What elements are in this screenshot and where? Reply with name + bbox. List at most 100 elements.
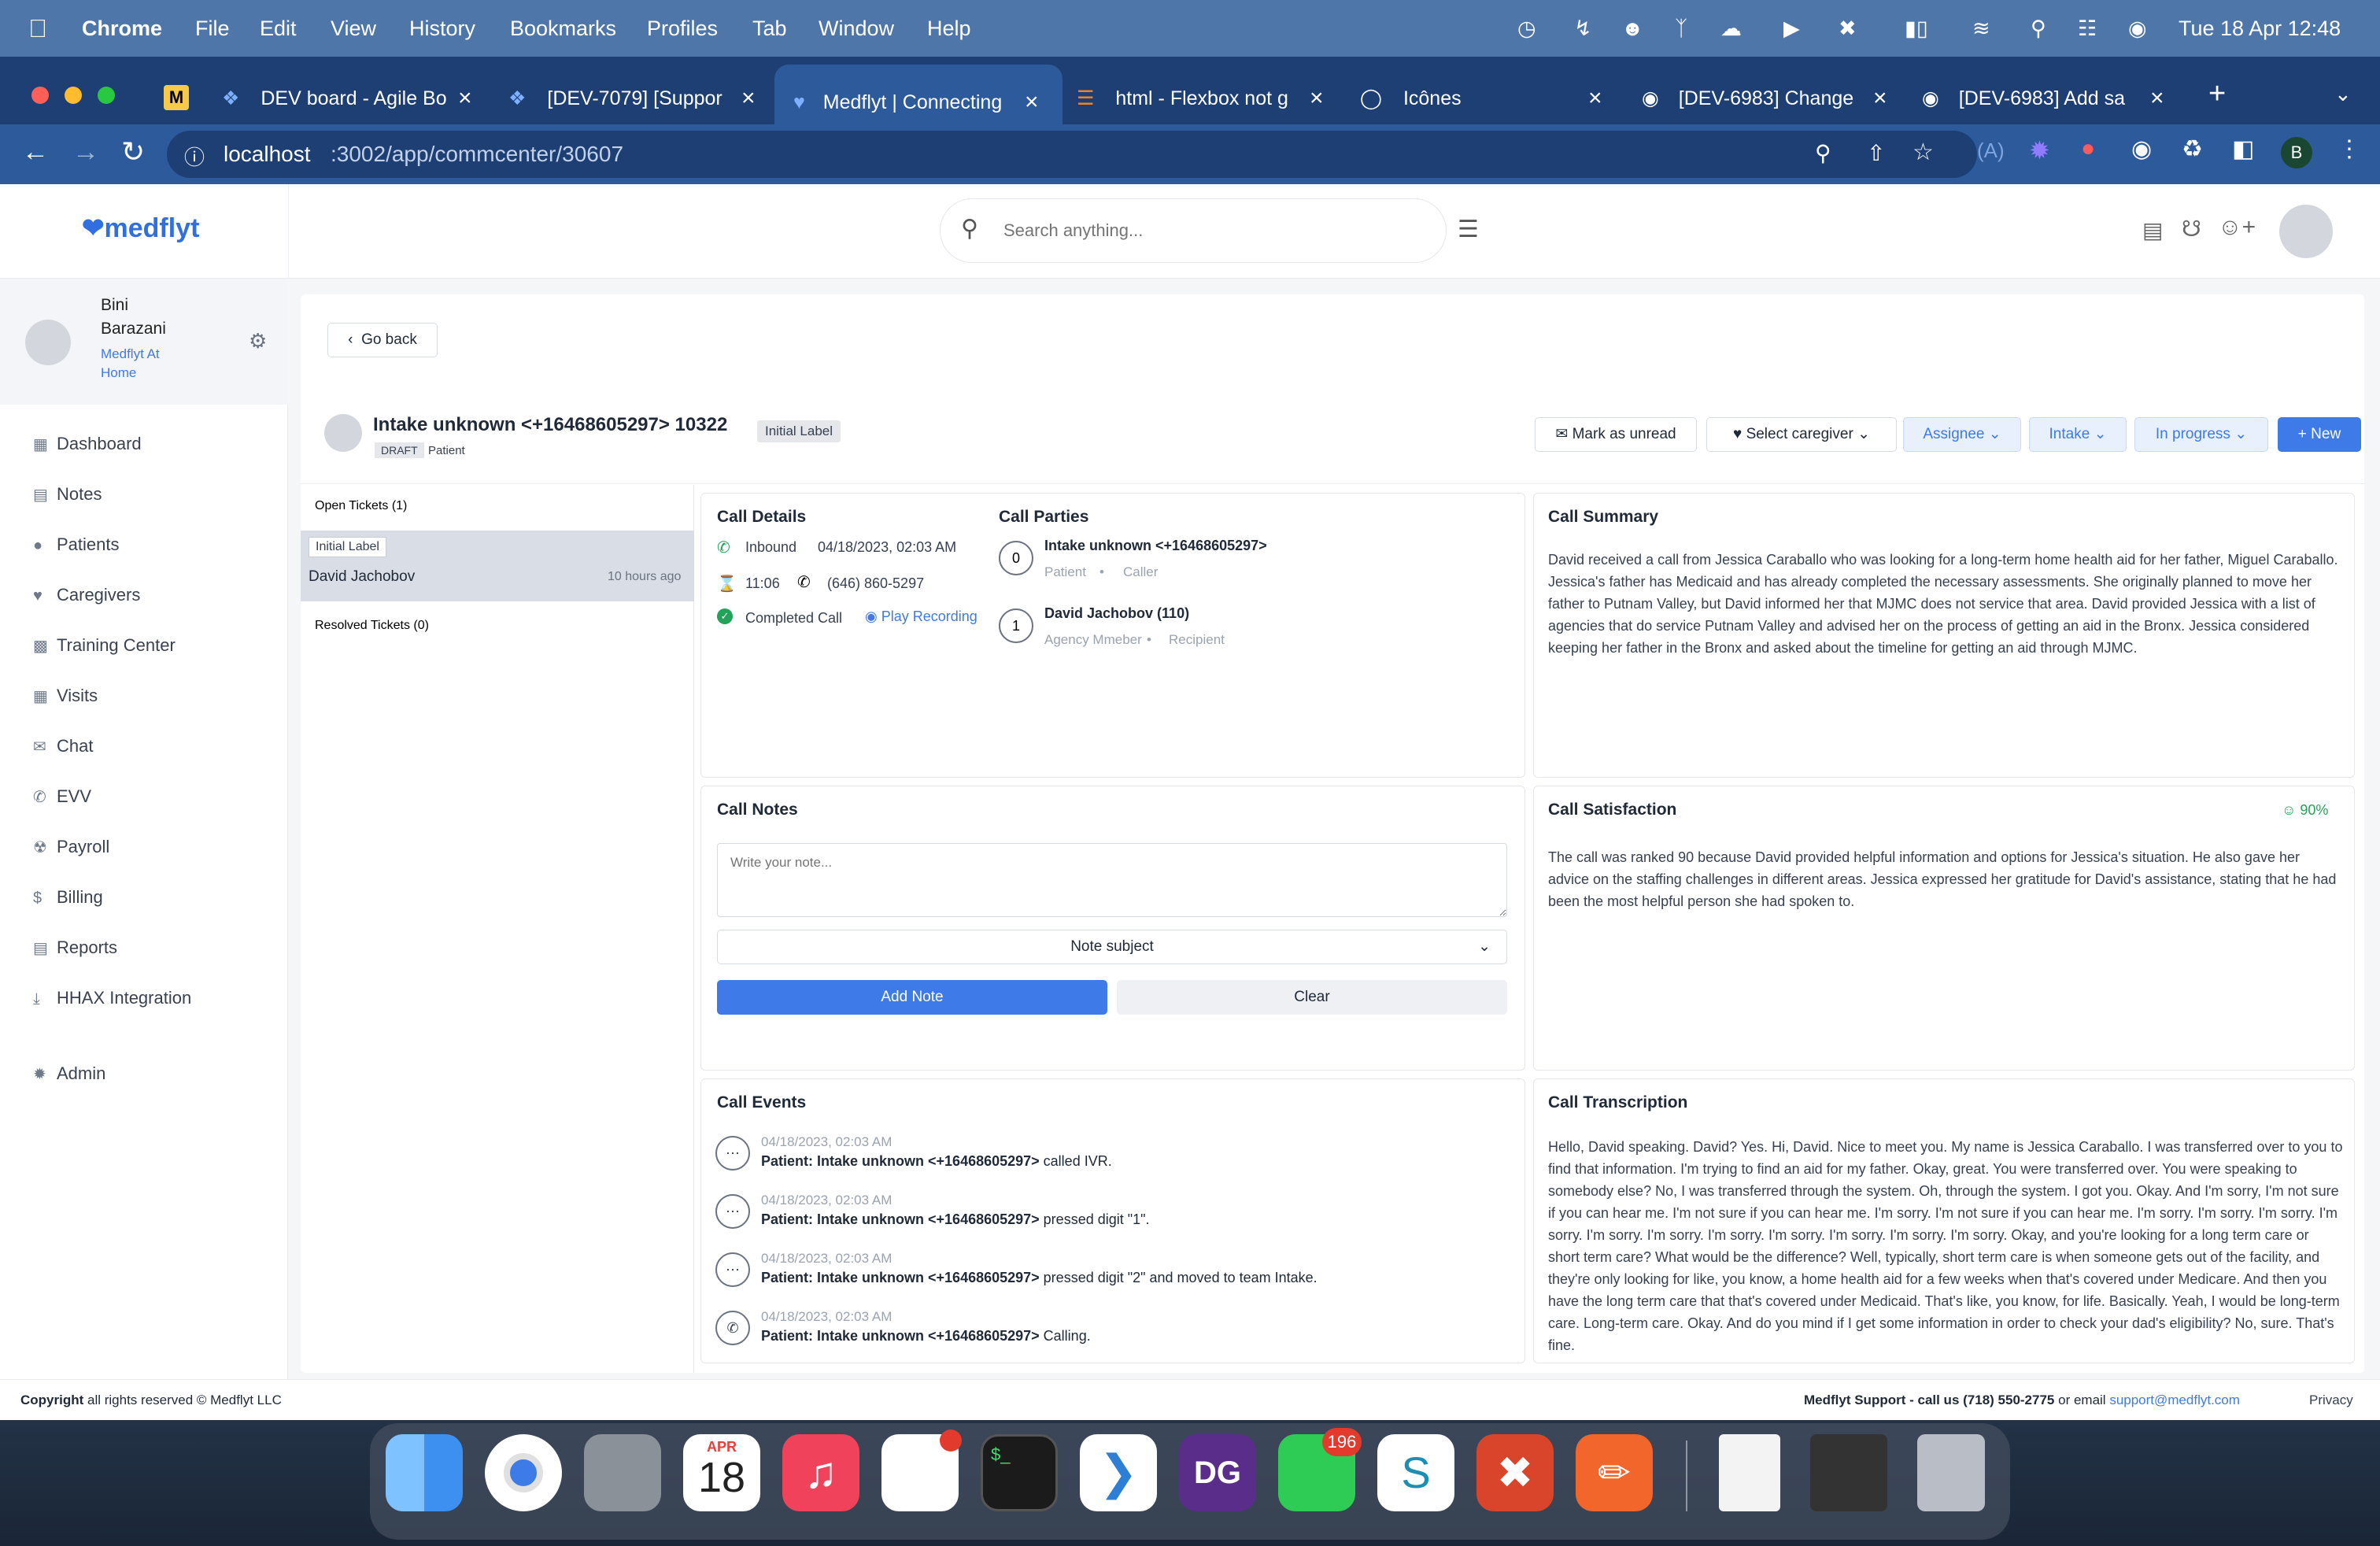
menu-tab[interactable]: Tab xyxy=(752,0,787,57)
sidebar-item-hhax-integration[interactable]: ⤓ HHAX Integration xyxy=(33,982,191,1014)
tab-dev-7079[interactable]: ❖ [DEV-7079] [Suppor × xyxy=(508,79,768,118)
sidebar-item-visits[interactable]: ▦ Visits xyxy=(33,680,98,712)
extension-red-icon[interactable]: ◉ xyxy=(2131,135,2152,163)
clock-status-icon[interactable]: ◷ xyxy=(1517,0,1536,57)
menubar-datetime[interactable]: Tue 18 Apr 12:48 xyxy=(2179,0,2341,57)
new-ticket-button[interactable]: + New xyxy=(2278,417,2361,452)
battery-icon[interactable]: ▮▯ xyxy=(1905,0,1928,57)
menu-window[interactable]: Window xyxy=(819,0,894,57)
share-icon[interactable]: ⇧ xyxy=(1867,140,1885,166)
sidebar-item-evv[interactable]: ✆ EVV xyxy=(33,781,91,812)
sidebar-item-reports[interactable]: ▤ Reports xyxy=(33,932,117,963)
x-status-icon[interactable]: ✖ xyxy=(1839,0,1857,57)
new-tab-button[interactable]: + xyxy=(2208,77,2226,111)
tab-close-icon[interactable]: × xyxy=(1873,79,1887,118)
clipboard-icon[interactable]: ▤ xyxy=(2142,217,2163,243)
medflyt-logo[interactable]: ❤ medflyt xyxy=(82,213,199,244)
control-center-icon[interactable]: ☷ xyxy=(2078,0,2097,57)
call-transcription-card[interactable]: Call Transcription Hello, David speaking… xyxy=(1533,1078,2355,1363)
go-back-button[interactable]: ‹ Go back xyxy=(327,323,438,357)
back-arrow-icon[interactable]: ← xyxy=(22,137,49,168)
finder-icon[interactable] xyxy=(386,1434,463,1511)
extension-star-icon[interactable]: ✹ xyxy=(2029,135,2050,165)
tab-dev-6983-add[interactable]: ◉ [DEV-6983] Add sa × xyxy=(1922,79,2174,118)
add-user-icon[interactable]: ☺+ xyxy=(2218,214,2256,241)
bookmark-star-icon[interactable]: ☆ xyxy=(1913,139,1934,166)
bell-icon[interactable]: ☋ xyxy=(2182,216,2201,242)
tab-search-chevron-icon[interactable]: ⌄ xyxy=(2334,82,2352,106)
status-dropdown[interactable]: In progress ⌄ xyxy=(2134,417,2268,452)
profile-avatar[interactable]: B xyxy=(2281,137,2312,168)
note-subject-select[interactable]: Note subject ⌄ xyxy=(717,930,1507,964)
tab-stackoverflow[interactable]: ☰ html - Flexbox not g × xyxy=(1077,79,1336,118)
remote-desktop-icon[interactable]: ✖ xyxy=(1476,1434,1554,1511)
terminal-icon[interactable]: $_ xyxy=(981,1434,1058,1511)
mark-unread-button[interactable]: ✉ Mark as unread xyxy=(1535,417,1697,452)
play-recording-link[interactable]: ◉ Play Recording xyxy=(865,608,978,625)
sidebar-item-notes[interactable]: ▤ Notes xyxy=(33,479,102,510)
extension-shield-icon[interactable]: ● xyxy=(2081,135,2095,162)
sidebar-item-patients[interactable]: ● Patients xyxy=(33,529,120,560)
trash-icon[interactable] xyxy=(1917,1434,1985,1511)
tab-dev-6983-change[interactable]: ◉ [DEV-6983] Change × xyxy=(1642,79,1894,118)
miro-tab-icon[interactable]: M xyxy=(164,85,189,110)
zoom-icon[interactable]: ⚲ xyxy=(1815,140,1831,166)
music-icon[interactable]: ♫ xyxy=(782,1434,859,1511)
assignee-dropdown[interactable]: Assignee ⌄ xyxy=(1903,417,2021,452)
apple-icon[interactable]:  xyxy=(28,0,47,57)
tab-close-icon[interactable]: × xyxy=(741,79,756,118)
siri-icon[interactable]: ◉ xyxy=(2128,0,2147,57)
sidebar-item-billing[interactable]: $ Billing xyxy=(33,882,103,913)
vscode-icon[interactable]: ❯ xyxy=(1080,1434,1157,1511)
menu-profiles[interactable]: Profiles xyxy=(647,0,718,57)
tab-close-icon[interactable]: × xyxy=(1310,79,1324,118)
sidebar-item-caregivers[interactable]: ♥ Caregivers xyxy=(33,579,140,611)
menu-view[interactable]: View xyxy=(331,0,376,57)
chrome-icon[interactable] xyxy=(485,1434,562,1511)
ticket-item[interactable]: Initial Label David Jachobov 10 hours ag… xyxy=(301,531,694,601)
sidebar-item-dashboard[interactable]: ▦ Dashboard xyxy=(33,428,142,460)
site-info-icon[interactable]: ⓘ xyxy=(184,142,205,171)
messages-icon[interactable]: 196 xyxy=(1278,1428,1362,1511)
add-note-button[interactable]: Add Note xyxy=(717,980,1107,1015)
menu-history[interactable]: History xyxy=(409,0,475,57)
launchpad-icon[interactable] xyxy=(584,1434,661,1511)
calendar-icon[interactable]: APR 18 xyxy=(683,1434,760,1511)
extensions-puzzle-icon[interactable]: ♻ xyxy=(2182,135,2203,163)
search-box[interactable]: ⚲ xyxy=(940,198,1447,263)
menu-edit[interactable]: Edit xyxy=(260,0,297,57)
elephant-status-icon[interactable]: ☁ xyxy=(1720,0,1742,57)
datagrip-icon[interactable]: DG xyxy=(1179,1434,1256,1511)
slack-icon[interactable] xyxy=(881,1429,962,1511)
spotlight-search-icon[interactable]: ⚲ xyxy=(2031,0,2046,57)
search-input[interactable] xyxy=(1003,215,1413,246)
user-status-icon[interactable]: ☻ xyxy=(1621,0,1643,57)
window-zoom-button[interactable] xyxy=(98,87,115,104)
team-dropdown[interactable]: Intake ⌄ xyxy=(2029,417,2127,452)
support-email-link[interactable]: support@medflyt.com xyxy=(2109,1393,2240,1407)
postman-icon[interactable]: ✏ xyxy=(1576,1434,1653,1511)
sidebar-item-training-center[interactable]: ▩ Training Center xyxy=(33,630,176,661)
bluetooth-icon[interactable]: ᛉ xyxy=(1675,0,1687,57)
tab-close-icon[interactable]: × xyxy=(1588,79,1602,118)
sidebar-item-admin[interactable]: ✹ Admin xyxy=(33,1058,105,1089)
play-status-icon[interactable]: ▶ xyxy=(1783,0,1800,57)
sidepanel-icon[interactable]: ◧ xyxy=(2232,135,2254,163)
user-agency-line2[interactable]: Home xyxy=(101,365,136,381)
surfshark-icon[interactable]: S xyxy=(1377,1434,1454,1511)
tab-close-icon[interactable]: × xyxy=(458,79,472,118)
address-bar[interactable]: ⓘ localhost :3002/app/commcenter/30607 ⚲… xyxy=(167,131,1977,178)
user-settings-gear-icon[interactable]: ⚙ xyxy=(249,329,267,353)
screenshot-icon[interactable] xyxy=(1810,1434,1887,1511)
filter-sliders-icon[interactable]: ☰ xyxy=(1458,216,1479,243)
window-minimize-button[interactable] xyxy=(65,87,82,104)
clear-note-button[interactable]: Clear xyxy=(1117,980,1507,1015)
wifi-icon[interactable]: ≋ xyxy=(1972,0,1990,57)
bolt-status-icon[interactable]: ↯ xyxy=(1574,0,1592,57)
app-menu-chrome[interactable]: Chrome xyxy=(82,0,162,57)
document-icon[interactable] xyxy=(1719,1434,1780,1511)
menu-bookmarks[interactable]: Bookmarks xyxy=(510,0,616,57)
user-agency-line1[interactable]: Medflyt At xyxy=(101,346,160,362)
reload-icon[interactable]: ↻ xyxy=(121,135,145,168)
menu-help[interactable]: Help xyxy=(927,0,971,57)
